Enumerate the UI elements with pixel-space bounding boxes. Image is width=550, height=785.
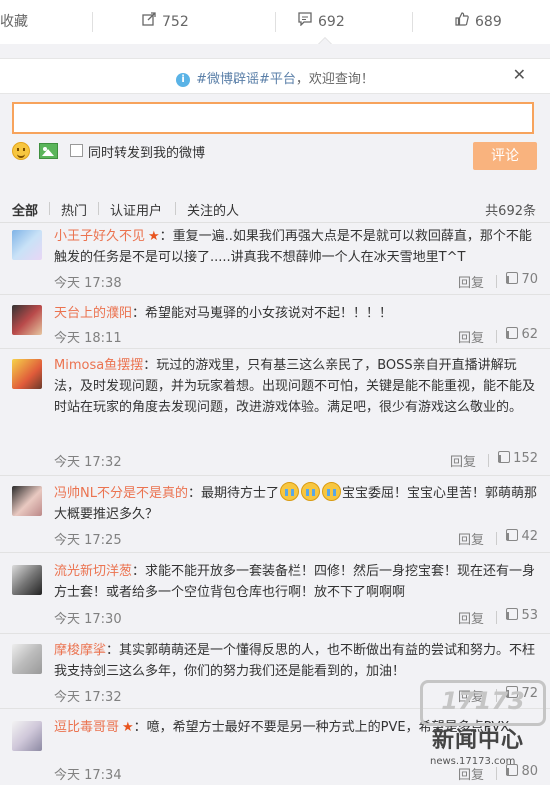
action-bar: 收藏 752 692 689 — [0, 0, 550, 45]
comment-author[interactable]: 流光新切洋葱 — [54, 564, 132, 579]
watermark-logo: 17173 — [420, 680, 546, 726]
watermark-url: news.17173.com — [430, 756, 516, 767]
notice-text: ，欢迎查询！ — [295, 72, 374, 87]
forward-icon — [142, 0, 156, 44]
tab-verified[interactable]: 认证用户 — [110, 200, 162, 219]
tab-hot[interactable]: 热门 — [61, 200, 87, 219]
comment-author[interactable]: 逗比毒哥哥 — [54, 720, 119, 735]
reply-button[interactable]: 回复 — [458, 529, 484, 548]
comment-like-count: 62 — [521, 327, 538, 342]
forward-button[interactable]: 752 — [142, 0, 189, 44]
thumbs-up-icon — [455, 0, 469, 44]
comment-time: 今天 17:25 — [54, 533, 122, 548]
avatar[interactable] — [12, 565, 42, 595]
reply-button[interactable]: 回复 — [458, 608, 484, 627]
list-item: 冯帅NL不分是不是真的：最期待方士了 宝宝委屈！宝宝心里苦！郭萌萌那大概要推迟多久… — [0, 476, 550, 553]
thumbs-up-icon — [506, 529, 519, 541]
comment-total: 共692条 — [485, 204, 536, 219]
comment-filter-tabs: 全部 热门 认证用户 关注的人 共692条 — [0, 192, 550, 223]
avatar[interactable] — [12, 305, 42, 335]
rumor-notice: i #微博辟谣#平台，欢迎查询！ ✕ — [0, 58, 550, 94]
avatar[interactable] — [12, 486, 42, 516]
comment-time: 今天 18:11 — [54, 331, 122, 346]
list-item: 小王子好久不见 ★：重复一遍..如果我们再强大点是不是就可以救回薛直，那个不能触发… — [0, 222, 550, 295]
info-icon: i — [176, 72, 191, 87]
watermark-title: 新闻中心 — [432, 728, 525, 753]
watermark: 17173 新闻中心 news.17173.com — [420, 680, 546, 780]
comment-author[interactable]: 小王子好久不见 — [54, 229, 145, 244]
tab-all[interactable]: 全部 — [12, 200, 38, 219]
crying-emoji-icon — [300, 482, 320, 501]
forward-count: 752 — [162, 14, 189, 30]
avatar[interactable] — [12, 359, 42, 389]
comment-time: 今天 17:32 — [54, 690, 122, 705]
reply-button[interactable]: 回复 — [458, 327, 484, 346]
comment-author[interactable]: 冯帅NL不分是不是真的 — [54, 486, 188, 501]
comment-time: 今天 17:30 — [54, 612, 122, 627]
comment-like-button[interactable]: 62 — [506, 327, 538, 342]
list-item: 流光新切洋葱：求能不能开放多一套装备栏！四修！然后一身挖宝套！现在还有一身方士套… — [0, 553, 550, 634]
crying-emoji-icon — [321, 482, 341, 501]
comment-author[interactable]: 摩梭摩挲 — [54, 643, 106, 658]
emoji-icon[interactable] — [12, 142, 30, 160]
close-icon[interactable]: ✕ — [513, 65, 526, 84]
comment-like-button[interactable]: 70 — [506, 272, 538, 287]
collect-button[interactable]: 收藏 — [0, 0, 32, 44]
tab-following[interactable]: 关注的人 — [187, 200, 239, 219]
comment-like-count: 53 — [521, 608, 538, 623]
like-button[interactable]: 689 — [455, 0, 502, 44]
comment-input[interactable] — [14, 104, 544, 132]
comment-time: 今天 17:34 — [54, 768, 122, 783]
comment-like-count: 70 — [521, 272, 538, 287]
list-item: 天台上的濮阳：希望能对马嵬驿的小女孩说对不起！！！！ 今天 18:11 回复 6… — [0, 295, 550, 349]
share-label: 同时转发到我的微博 — [88, 146, 206, 161]
comment-author[interactable]: 天台上的濮阳 — [54, 306, 132, 321]
avatar[interactable] — [12, 721, 42, 751]
comment-like-button[interactable]: 53 — [506, 608, 538, 623]
avatar[interactable] — [12, 230, 42, 260]
comment-text-start: ：最期待方士了 — [187, 486, 279, 501]
comment-text: ：希望能对马嵬驿的小女孩说对不起！！！！ — [132, 306, 393, 321]
comment-like-count: 42 — [521, 529, 538, 544]
thumbs-up-icon — [506, 272, 519, 284]
comment-like-button[interactable]: 152 — [498, 451, 538, 466]
reply-button[interactable]: 回复 — [458, 272, 484, 291]
thumbs-up-icon — [506, 608, 519, 620]
comment-icon — [298, 0, 312, 44]
comment-input-box — [12, 102, 544, 134]
comment-time: 今天 17:32 — [54, 455, 122, 470]
verified-star-icon: ★ — [148, 229, 160, 244]
verified-star-icon: ★ — [122, 720, 134, 735]
image-icon[interactable] — [39, 143, 58, 159]
like-count: 689 — [475, 14, 502, 30]
thumbs-up-icon — [506, 327, 519, 339]
comment-like-button[interactable]: 42 — [506, 529, 538, 544]
crying-emoji-icon — [279, 482, 299, 501]
list-item: Mimosa鱼摆摆：玩过的游戏里，只有基三这么亲民了，BOSS亲自开直播讲解玩法… — [0, 349, 550, 476]
comment-tab-caret — [318, 37, 332, 44]
avatar[interactable] — [12, 644, 42, 674]
rumor-tag-link[interactable]: #微博辟谣#平台 — [196, 72, 296, 87]
comment-like-count: 152 — [513, 451, 538, 466]
comment-count: 692 — [318, 14, 345, 30]
thumbs-up-icon — [498, 451, 511, 463]
post-comment-button[interactable]: 评论 — [473, 142, 537, 170]
comment-text: ：其实郭萌萌还是一个懂得反思的人，也不断做出有益的尝试和努力。不枉我支持剑三这么… — [54, 643, 536, 679]
collect-label: 收藏 — [0, 14, 28, 30]
share-checkbox[interactable] — [70, 144, 83, 157]
comment-time: 今天 17:38 — [54, 276, 122, 291]
comment-author[interactable]: Mimosa鱼摆摆 — [54, 358, 143, 373]
reply-button[interactable]: 回复 — [450, 451, 476, 470]
